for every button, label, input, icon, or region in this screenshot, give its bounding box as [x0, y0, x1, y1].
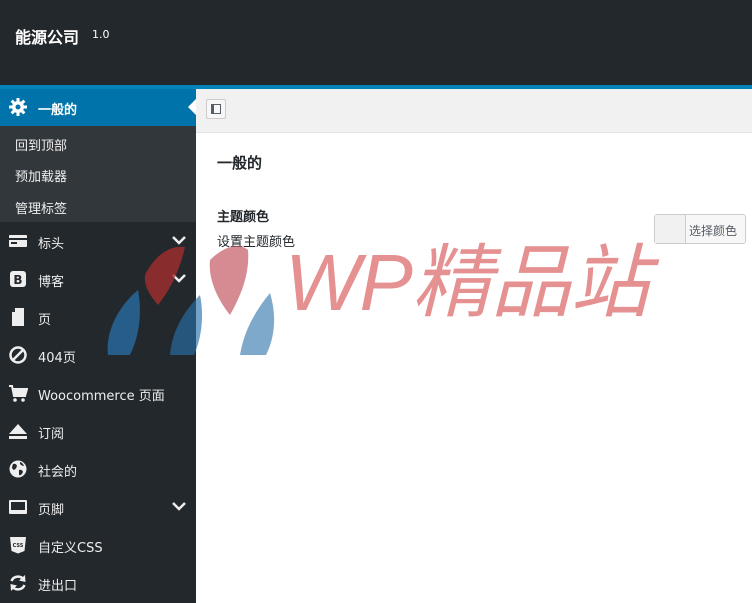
sidebar-item-label: 一般的: [38, 103, 78, 118]
sidebar-item-custom-css[interactable]: CSS 自定义CSS: [0, 526, 196, 564]
gear-icon: [9, 98, 27, 116]
submenu-item-back-to-top[interactable]: 回到顶部: [15, 135, 67, 154]
version-label: 1.0: [92, 28, 110, 41]
svg-text:B: B: [13, 273, 22, 287]
cart-icon: [9, 385, 28, 402]
sidebar-item-page[interactable]: 页: [0, 298, 196, 336]
sidebar-item-label: 订阅: [38, 427, 65, 442]
page-icon: [12, 308, 24, 326]
panel-icon: [211, 104, 221, 114]
theme-color-description: 设置主题颜色: [217, 235, 296, 250]
sidebar-item-label: 自定义CSS: [38, 541, 103, 556]
section-title: 一般的: [217, 154, 263, 172]
eject-icon: [9, 424, 27, 439]
chevron-down-icon: [172, 274, 186, 283]
active-indicator-arrow: [188, 99, 196, 115]
sidebar-item-label: 页脚: [38, 503, 65, 518]
sidebar: 一般的 回到顶部 预加载器 管理标签 标头 B 博客 页 404页 Woocom…: [0, 89, 196, 603]
forbidden-icon: [9, 346, 27, 364]
sidebar-item-general[interactable]: 一般的: [0, 89, 196, 126]
footer-icon: [9, 500, 27, 514]
theme-color-label: 主题颜色: [217, 210, 270, 225]
submenu-item-preloader[interactable]: 预加载器: [15, 166, 67, 185]
blog-icon: B: [10, 271, 26, 287]
sidebar-item-404[interactable]: 404页: [0, 336, 196, 374]
sidebar-item-label: 博客: [38, 275, 65, 290]
submenu: 回到顶部 预加载器 管理标签: [0, 126, 196, 222]
submenu-item-manage-tags[interactable]: 管理标签: [15, 198, 67, 217]
sidebar-item-import-export[interactable]: 进出口: [0, 564, 196, 602]
sync-icon: [10, 575, 26, 591]
sidebar-item-label: 社会的: [38, 465, 78, 480]
brand-title: 能源公司: [15, 28, 80, 47]
toggle-panel-button[interactable]: [206, 99, 226, 119]
sidebar-item-header[interactable]: 标头: [0, 222, 196, 260]
sidebar-item-footer[interactable]: 页脚: [0, 488, 196, 526]
sidebar-item-social[interactable]: 社会的: [0, 450, 196, 488]
sidebar-item-label: 404页: [38, 351, 76, 366]
header-icon: [9, 235, 27, 247]
color-swatch: [655, 215, 686, 243]
sidebar-item-label: 页: [38, 313, 52, 328]
sidebar-item-blog[interactable]: B 博客: [0, 260, 196, 298]
chevron-down-icon: [172, 502, 186, 511]
svg-text:CSS: CSS: [13, 543, 24, 549]
chevron-down-icon: [172, 236, 186, 245]
sidebar-item-subscribe[interactable]: 订阅: [0, 412, 196, 450]
sidebar-item-label: Woocommerce 页面: [38, 389, 165, 404]
globe-icon: [9, 460, 27, 478]
color-picker-label: 选择颜色: [689, 224, 738, 238]
top-bar: 能源公司 1.0: [0, 0, 752, 89]
sidebar-item-label: 标头: [38, 237, 65, 252]
settings-panel: 一般的 主题颜色 设置主题颜色 选择颜色: [196, 133, 752, 603]
toolbar: [196, 89, 752, 133]
css-icon: CSS: [10, 537, 26, 554]
sidebar-item-woocommerce[interactable]: Woocommerce 页面: [0, 374, 196, 412]
sidebar-item-label: 进出口: [38, 579, 78, 594]
color-picker-button[interactable]: 选择颜色: [654, 214, 746, 244]
